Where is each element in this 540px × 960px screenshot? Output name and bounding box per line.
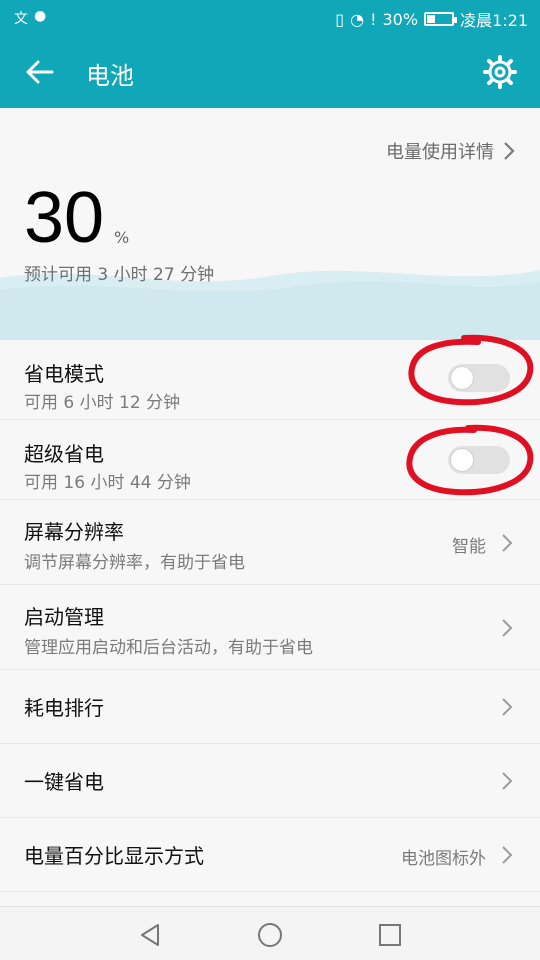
home-circle-icon[interactable] xyxy=(256,921,284,949)
percentage-display-title: 电量百分比显示方式 xyxy=(24,844,204,868)
ultra-saving-title: 超级省电 xyxy=(24,442,104,466)
ultra-saving-sub: 可用 16 小时 44 分钟 xyxy=(24,473,191,493)
wifi-icon: ◔ xyxy=(350,9,365,29)
battery-settings-list: 省电模式 可用 6 小时 12 分钟 超级省电 可用 16 小时 44 分钟 屏… xyxy=(0,334,540,892)
power-saving-title: 省电模式 xyxy=(24,362,104,386)
vibrate-icon: ▯ xyxy=(335,9,345,29)
settings-gear-icon[interactable] xyxy=(482,54,518,90)
percentage-display-value: 电池图标外 xyxy=(401,849,486,869)
battery-estimate: 预计可用 3 小时 27 分钟 xyxy=(24,265,215,285)
ultra-saving-row[interactable]: 超级省电 可用 16 小时 44 分钟 xyxy=(0,420,540,500)
chevron-right-icon xyxy=(504,142,515,160)
power-ranking-row[interactable]: 耗电排行 xyxy=(0,670,540,744)
resolution-sub: 调节屏幕分辨率，有助于省电 xyxy=(24,553,245,573)
system-nav-bar xyxy=(0,906,540,960)
resolution-value: 智能 xyxy=(452,537,486,557)
usage-details-link[interactable]: 电量使用详情 xyxy=(386,138,516,164)
red-circle-annotation xyxy=(408,334,534,406)
ranking-title: 耗电排行 xyxy=(24,696,104,720)
power-saving-sub: 可用 6 小时 12 分钟 xyxy=(24,393,181,413)
percentage-display-row[interactable]: 电量百分比显示方式 电池图标外 xyxy=(0,818,540,892)
alert-icon: ! xyxy=(370,9,377,29)
status-bar: 文 ● ▯ ◔ ! 30% 凌晨1:21 xyxy=(0,0,540,36)
startup-sub: 管理应用启动和后台活动，有助于省电 xyxy=(24,638,313,658)
one-click-title: 一键省电 xyxy=(24,770,104,794)
battery-icon xyxy=(424,12,458,26)
chevron-right-icon xyxy=(502,534,513,552)
back-triangle-icon[interactable] xyxy=(136,921,164,949)
app-bar: 电池 xyxy=(0,36,540,108)
battery-level: 30 xyxy=(24,178,105,258)
usage-details-label: 电量使用详情 xyxy=(386,142,494,163)
power-saving-row[interactable]: 省电模式 可用 6 小时 12 分钟 xyxy=(0,334,540,420)
battery-hero: 电量使用详情 30 % 预计可用 3 小时 27 分钟 xyxy=(0,108,540,340)
chevron-right-icon xyxy=(502,772,513,790)
startup-management-row[interactable]: 启动管理 管理应用启动和后台活动，有助于省电 xyxy=(0,585,540,670)
back-arrow-icon[interactable] xyxy=(22,54,58,90)
translate-icon: 文 xyxy=(14,11,28,27)
red-circle-annotation xyxy=(406,424,534,496)
page-title: 电池 xyxy=(86,62,134,90)
clock-text: 凌晨1:21 xyxy=(460,11,528,30)
battery-unit: % xyxy=(114,228,130,247)
status-right-icons: ▯ ◔ ! 30% 凌晨1:21 xyxy=(335,7,528,31)
startup-title: 启动管理 xyxy=(24,605,104,629)
battery-percent-text: 30% xyxy=(382,9,419,29)
chevron-right-icon xyxy=(502,698,513,716)
resolution-row[interactable]: 屏幕分辨率 调节屏幕分辨率，有助于省电 智能 xyxy=(0,500,540,585)
status-left-icons: 文 ● xyxy=(14,8,46,28)
wechat-icon: ● xyxy=(34,8,47,24)
one-click-saving-row[interactable]: 一键省电 xyxy=(0,744,540,818)
resolution-title: 屏幕分辨率 xyxy=(24,520,124,544)
recents-square-icon[interactable] xyxy=(376,921,404,949)
chevron-right-icon xyxy=(502,846,513,864)
chevron-right-icon xyxy=(502,619,513,637)
